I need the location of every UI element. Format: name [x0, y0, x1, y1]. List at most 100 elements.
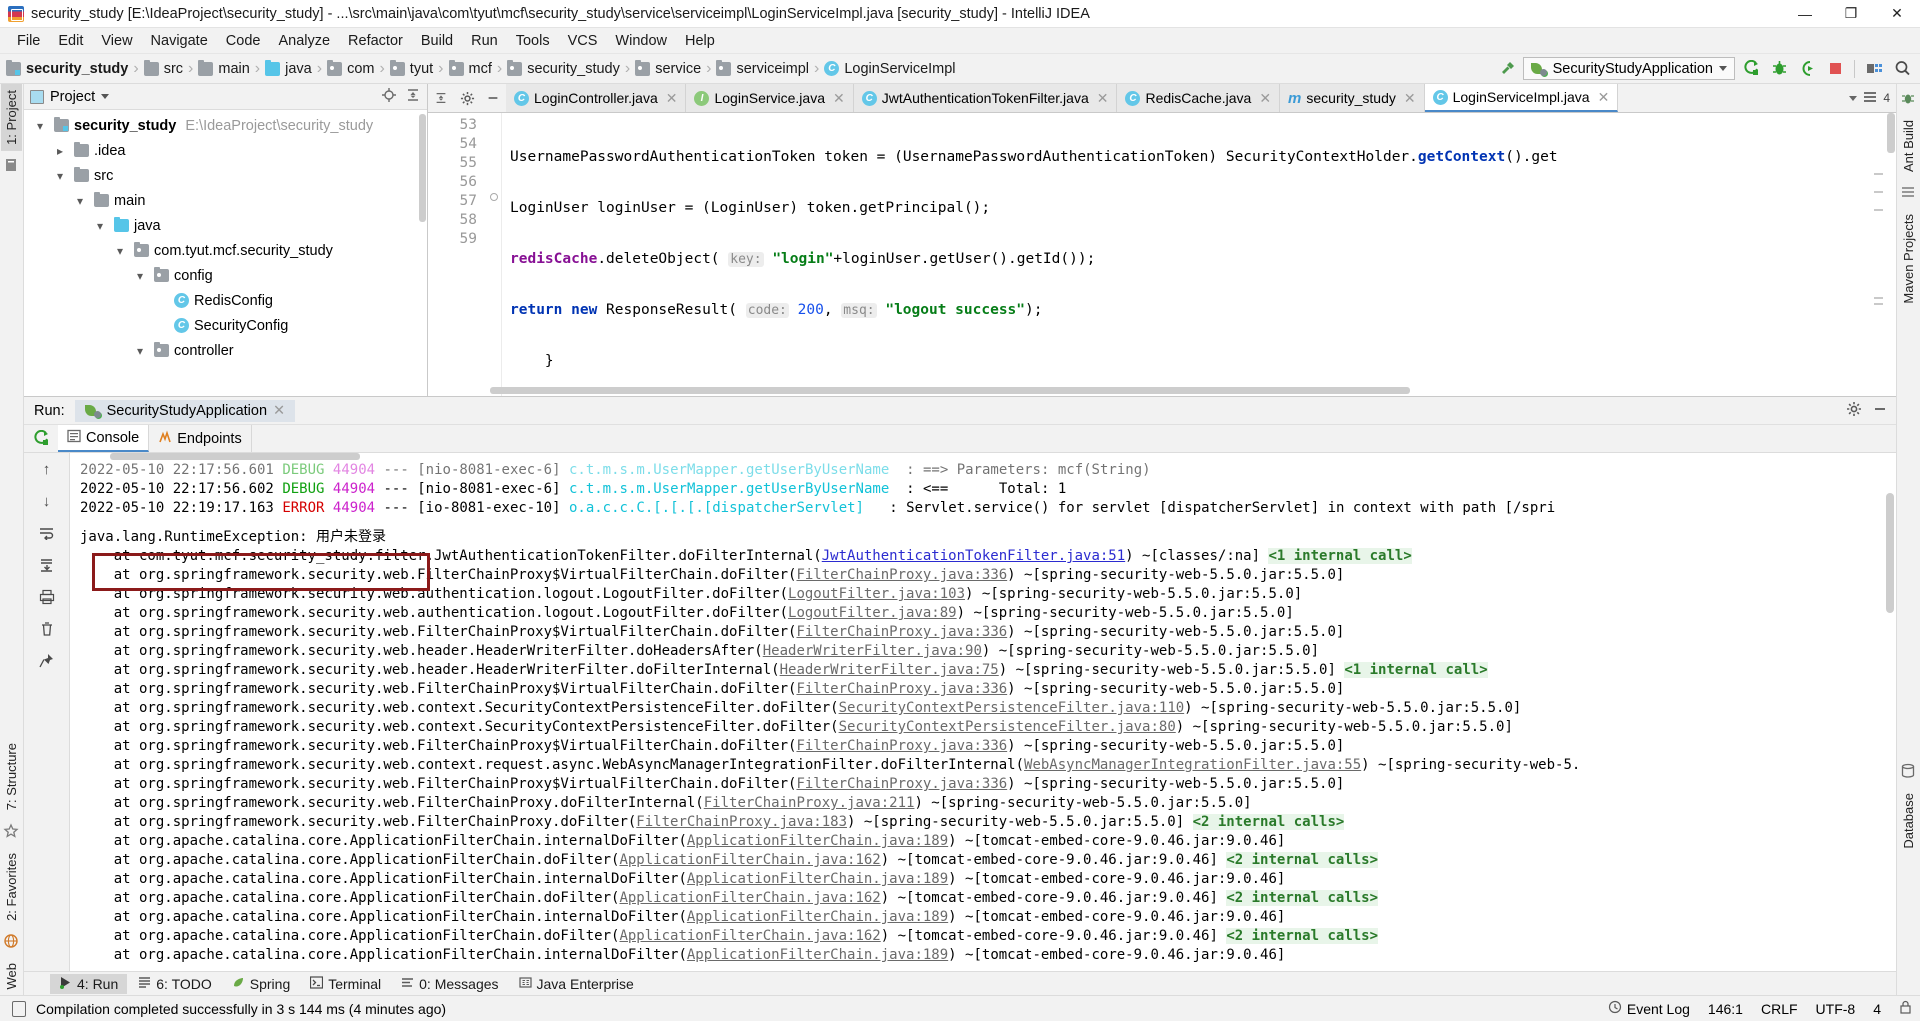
- maven-icon[interactable]: [1900, 184, 1918, 202]
- run-configuration-tab[interactable]: SecurityStudyApplication ✕: [74, 399, 296, 422]
- sidebar-tab-project[interactable]: 1: Project: [1, 84, 22, 151]
- tool-button-todo[interactable]: 6: TODO: [129, 974, 221, 994]
- stack-frame-link[interactable]: HeaderWriterFilter.java:75: [780, 662, 999, 678]
- breadcrumb-item-src[interactable]: src ›: [143, 59, 199, 78]
- project-tree-scrollbar[interactable]: [419, 114, 426, 222]
- stack-frame-link[interactable]: FilterChainProxy.java:336: [796, 738, 1007, 754]
- menu-vcs[interactable]: VCS: [559, 31, 607, 51]
- inspections-icon[interactable]: [1863, 91, 1877, 106]
- stack-frame-link[interactable]: JwtAuthenticationTokenFilter.java:51: [822, 548, 1125, 564]
- stack-frame-link[interactable]: FilterChainProxy.java:336: [796, 567, 1007, 583]
- database-icon[interactable]: [1900, 763, 1918, 781]
- stack-frame-link[interactable]: ApplicationFilterChain.java:162: [619, 928, 880, 944]
- console-vertical-scrollbar[interactable]: [1886, 493, 1894, 613]
- menu-help[interactable]: Help: [676, 31, 724, 51]
- close-icon[interactable]: ✕: [1598, 89, 1610, 106]
- internal-calls-badge[interactable]: <2 internal calls>: [1226, 852, 1379, 868]
- clear-all-trash-icon[interactable]: [37, 619, 57, 639]
- stack-frame-link[interactable]: ApplicationFilterChain.java:189: [687, 947, 948, 963]
- editor-tab-jwtauthenticationtokenfilter[interactable]: C JwtAuthenticationTokenFilter.java ✕: [853, 84, 1118, 112]
- tree-item-package-root[interactable]: ▾ com.tyut.mcf.security_study: [24, 238, 427, 263]
- chevron-down-icon[interactable]: ▾: [72, 193, 88, 209]
- console-output[interactable]: 2022-05-10 22:17:56.601 DEBUG 44904 --- …: [70, 453, 1896, 971]
- search-everywhere-icon[interactable]: [1890, 57, 1914, 80]
- menu-refactor[interactable]: Refactor: [339, 31, 412, 51]
- stack-frame-link[interactable]: ApplicationFilterChain.java:189: [687, 909, 948, 925]
- internal-calls-badge[interactable]: <1 internal call>: [1268, 548, 1412, 564]
- close-icon[interactable]: ✕: [273, 403, 285, 419]
- sidebar-tab-ant-build[interactable]: Ant Build: [1898, 114, 1919, 178]
- close-icon[interactable]: ✕: [1259, 90, 1271, 107]
- sidebar-tab-web[interactable]: Web: [1, 957, 22, 996]
- down-arrow-icon[interactable]: ↓: [37, 491, 57, 511]
- indent-size[interactable]: 4: [1873, 1001, 1881, 1017]
- tree-item-java[interactable]: ▾ java: [24, 213, 427, 238]
- tool-button-run[interactable]: 4: Run: [50, 973, 128, 994]
- tool-button-spring[interactable]: Spring: [223, 974, 299, 994]
- chevron-right-icon[interactable]: ▸: [52, 143, 68, 159]
- editor-tab-loginserviceimpl[interactable]: C LoginServiceImpl.java ✕: [1424, 84, 1619, 112]
- code-folding-gutter[interactable]: [486, 113, 502, 396]
- editor-horizontal-scrollbar[interactable]: [490, 387, 1410, 394]
- stack-frame-link[interactable]: HeaderWriterFilter.java:90: [763, 643, 982, 659]
- settings-gear-icon[interactable]: [454, 84, 480, 112]
- sidebar-tab-maven-projects[interactable]: Maven Projects: [1898, 208, 1919, 310]
- internal-calls-badge[interactable]: <2 internal calls>: [1226, 928, 1379, 944]
- menu-navigate[interactable]: Navigate: [142, 31, 217, 51]
- tree-item-controller[interactable]: ▾ controller: [24, 338, 427, 363]
- console-horizontal-scrollbar[interactable]: [110, 453, 360, 460]
- caret-position[interactable]: 146:1: [1708, 1001, 1743, 1017]
- stack-trace[interactable]: at com.tyut.mcf.security_study.filter.Jw…: [70, 547, 1896, 965]
- print-icon[interactable]: [37, 587, 57, 607]
- stack-frame-link[interactable]: FilterChainProxy.java:336: [796, 776, 1007, 792]
- chevron-down-icon[interactable]: ▾: [52, 168, 68, 184]
- tree-item-main[interactable]: ▾ main: [24, 188, 427, 213]
- internal-calls-badge[interactable]: <1 internal call>: [1344, 662, 1488, 678]
- tree-item-idea[interactable]: ▸ .idea: [24, 138, 427, 163]
- project-structure-button[interactable]: [1862, 57, 1886, 80]
- chevron-down-icon[interactable]: ▾: [112, 243, 128, 259]
- rerun-button[interactable]: [24, 425, 58, 452]
- menu-analyze[interactable]: Analyze: [269, 31, 339, 51]
- sidebar-tab-structure[interactable]: 7: Structure: [1, 737, 22, 816]
- breadcrumb-item-main[interactable]: main ›: [198, 59, 265, 78]
- editor-tab-security-study-pom[interactable]: m security_study ✕: [1280, 84, 1425, 112]
- soft-wrap-icon[interactable]: [37, 523, 57, 543]
- hammer-make-icon[interactable]: [1495, 57, 1519, 80]
- run-settings-gear-icon[interactable]: [1846, 401, 1862, 421]
- debug-button[interactable]: [1767, 57, 1791, 80]
- breadcrumb-item-service[interactable]: service ›: [635, 59, 716, 78]
- breadcrumb-item-security-study[interactable]: security_study ›: [507, 59, 635, 78]
- scroll-from-source-icon[interactable]: [381, 87, 397, 107]
- menu-edit[interactable]: Edit: [49, 31, 92, 51]
- sidebar-tab-database[interactable]: Database: [1898, 787, 1919, 855]
- chevron-down-icon[interactable]: ▾: [132, 268, 148, 284]
- tree-item-security-study[interactable]: ▾ security_study E:\IdeaProject\security…: [24, 113, 427, 138]
- menu-build[interactable]: Build: [412, 31, 462, 51]
- sub-tab-console[interactable]: Console: [58, 425, 150, 452]
- up-arrow-icon[interactable]: ↑: [37, 459, 57, 479]
- chevron-down-icon[interactable]: [1849, 95, 1858, 101]
- breadcrumb-item-serviceimpl[interactable]: serviceimpl ›: [716, 59, 824, 78]
- collapse-all-icon[interactable]: [405, 87, 421, 107]
- stack-frame-link[interactable]: FilterChainProxy.java:211: [704, 795, 915, 811]
- minimize-button[interactable]: —: [1782, 0, 1828, 28]
- code-editor[interactable]: 53 54 55 56 57 58 59 UsernamePasswordAut…: [428, 113, 1896, 396]
- stack-frame-link[interactable]: SecurityContextPersistenceFilter.java:80: [839, 719, 1176, 735]
- menu-tools[interactable]: Tools: [507, 31, 559, 51]
- close-icon[interactable]: ✕: [1097, 90, 1109, 107]
- menu-window[interactable]: Window: [606, 31, 676, 51]
- chevron-down-icon[interactable]: ▾: [132, 343, 148, 359]
- stack-frame-link[interactable]: FilterChainProxy.java:183: [636, 814, 847, 830]
- lock-icon[interactable]: [1899, 1000, 1912, 1017]
- breadcrumb-item-java[interactable]: java ›: [265, 59, 327, 78]
- run-configuration-selector[interactable]: SecurityStudyApplication: [1522, 57, 1735, 80]
- breadcrumb-item-class[interactable]: C LoginServiceImpl: [824, 61, 956, 77]
- breadcrumb-item-mcf[interactable]: mcf ›: [448, 59, 508, 78]
- stack-frame-link[interactable]: FilterChainProxy.java:336: [796, 624, 1007, 640]
- stack-frame-link[interactable]: ApplicationFilterChain.java:162: [619, 890, 880, 906]
- web-globe-icon[interactable]: [3, 933, 21, 951]
- scroll-to-end-icon[interactable]: [37, 555, 57, 575]
- stack-frame-link[interactable]: LogoutFilter.java:89: [788, 605, 957, 621]
- menu-code[interactable]: Code: [217, 31, 270, 51]
